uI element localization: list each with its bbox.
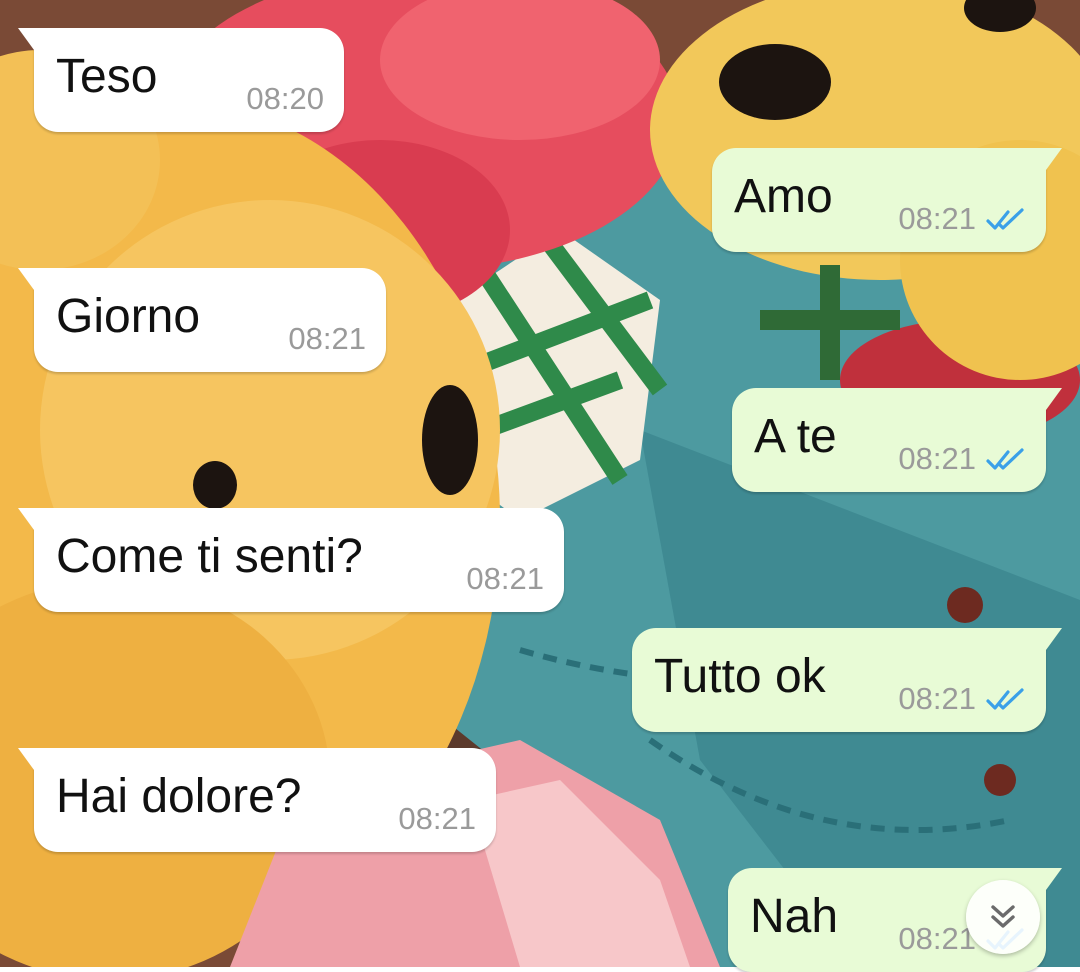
read-double-check-icon (986, 448, 1024, 470)
incoming-message-bubble[interactable]: Giorno 08:21 (18, 268, 386, 372)
message-time: 08:21 (898, 921, 976, 956)
outgoing-message-bubble[interactable]: Amo 08:21 (712, 148, 1062, 252)
message-time: 08:21 (898, 201, 976, 236)
message-time: 08:21 (898, 681, 976, 716)
message-time: 08:21 (288, 321, 366, 356)
message-text: Giorno (56, 290, 201, 343)
message-time: 08:21 (898, 441, 976, 476)
message-text: Teso (56, 50, 158, 103)
outgoing-message-bubble[interactable]: Tutto ok 08:21 (632, 628, 1062, 732)
message-text: Nah (750, 890, 839, 943)
message-text: Come ti senti? (56, 530, 363, 583)
message-text: Amo (734, 170, 833, 223)
incoming-message-bubble[interactable]: Teso 08:20 (18, 28, 344, 132)
incoming-message-bubble[interactable]: Hai dolore? 08:21 (18, 748, 496, 852)
incoming-message-bubble[interactable]: Come ti senti? 08:21 (18, 508, 564, 612)
message-text: Hai dolore? (56, 770, 302, 823)
message-text: Tutto ok (654, 650, 826, 703)
message-time: 08:20 (246, 81, 324, 116)
outgoing-message-bubble[interactable]: A te 08:21 (732, 388, 1062, 492)
message-time: 08:21 (398, 801, 476, 836)
message-time: 08:21 (466, 561, 544, 596)
read-double-check-icon (986, 688, 1024, 710)
read-double-check-icon (986, 208, 1024, 230)
message-text: A te (754, 410, 837, 463)
double-chevron-down-icon (991, 905, 1015, 928)
scroll-to-bottom-button[interactable] (966, 880, 1040, 954)
